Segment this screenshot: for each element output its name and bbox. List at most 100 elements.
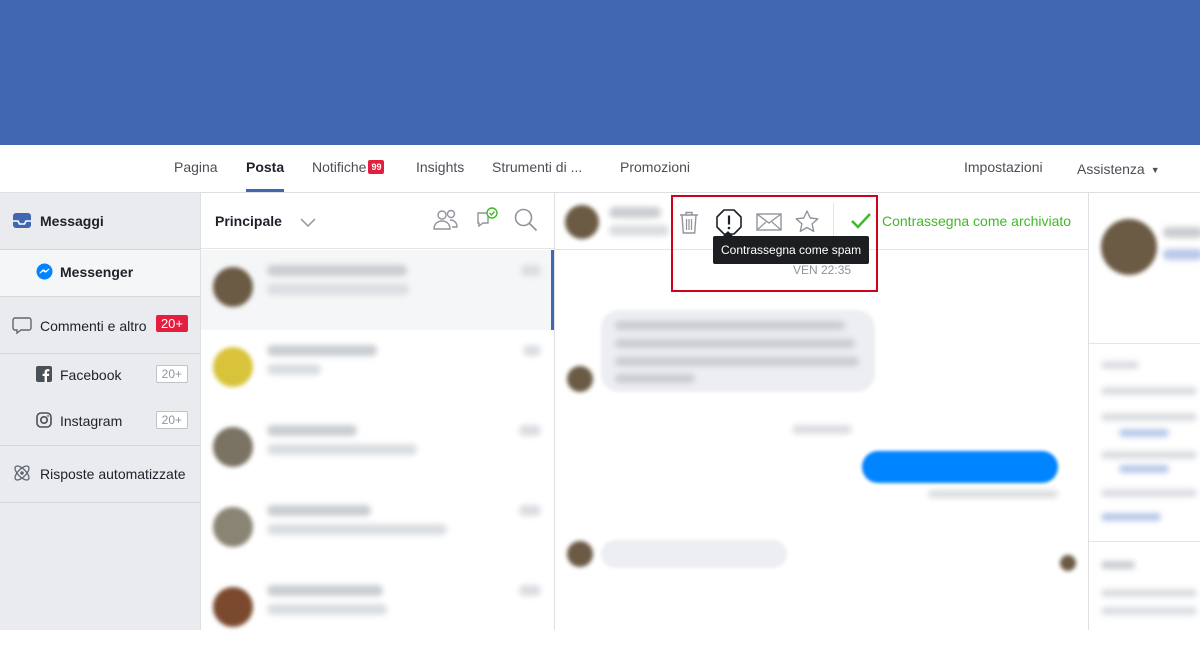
inbox-tray-icon [13,213,31,228]
avatar [1101,219,1157,275]
blurred-message-text [615,374,695,383]
sidebar-label-messenger: Messenger [60,264,134,280]
comment-bubble-icon [12,317,32,335]
blurred-time [519,425,541,436]
tab-promozioni[interactable]: Promozioni [620,145,690,192]
messenger-icon [36,263,53,280]
avatar [213,267,253,307]
avatar [567,366,593,392]
blurred-contact-name [267,425,357,436]
page-top-nav: Pagina Posta Notifiche 99 Insights Strume… [0,145,1200,193]
tab-strumenti[interactable]: Strumenti di ... [492,145,582,192]
sidebar-item-instagram[interactable]: Instagram 20+ [0,400,200,446]
panel-divider [1089,541,1200,542]
blurred-contact-name [267,585,383,596]
blurred-message-preview [267,284,409,295]
blurred-contact-name [267,505,371,516]
facebook-count-badge: 20+ [155,365,188,383]
instagram-count-badge: 20+ [155,411,188,429]
blurred-message-preview [267,604,387,615]
settings-link[interactable]: Impostazioni [964,145,1043,192]
conversation-item[interactable] [201,490,554,570]
blurred-profile-link [1163,249,1200,260]
chevron-down-icon[interactable] [299,215,317,229]
avatar [213,587,253,627]
search-icon[interactable] [513,207,539,233]
conversation-item[interactable] [201,570,554,650]
blurred-info-line [1101,413,1197,421]
blurred-contact-name [1163,227,1200,238]
blurred-outgoing-message [862,451,1058,483]
blurred-message-text [615,357,859,366]
blurred-time [521,265,541,276]
facebook-icon [36,366,52,382]
blurred-message-text [615,321,845,330]
caret-down-icon: ▼ [1150,165,1160,175]
blurred-message-preview [267,444,417,455]
blurred-message-text [615,339,855,348]
blurred-incoming-message [601,540,787,568]
sidebar-item-messaggi[interactable]: Messaggi [0,193,200,249]
blurred-info-line [1101,451,1197,459]
blurred-message-preview [267,364,321,375]
blurred-info-line [1101,387,1197,395]
conversation-item[interactable] [201,250,554,330]
tab-posta[interactable]: Posta [246,145,285,192]
comments-count-badge: 20+ [155,315,188,332]
automation-atom-icon [14,465,30,481]
notification-count-badge: 99 [368,160,385,174]
blurred-info-link [1119,465,1169,473]
inbox-filter-label[interactable]: Principale [215,213,282,229]
highlight-box [671,195,878,292]
tab-notifiche[interactable]: Notifiche 99 [312,145,385,192]
sidebar-label-instagram: Instagram [60,413,123,429]
sidebar-label-facebook: Facebook [60,367,122,383]
blurred-info-line [1101,489,1197,497]
blurred-contact-name [267,345,377,356]
conversation-item[interactable] [201,410,554,490]
sidebar-item-risposte-automatizzate[interactable]: Risposte automatizzate [0,446,200,502]
blurred-info-link [1101,513,1161,521]
conversation-list: Principale [201,193,555,630]
blurred-date-separator [792,425,852,434]
conversation-item[interactable] [201,330,554,410]
avatar [565,205,599,239]
blurred-section-title [1101,561,1135,569]
people-icon[interactable] [433,208,459,232]
blurred-seen-indicator [928,490,1058,498]
blurred-contact-name [609,207,661,218]
avatar [567,541,593,567]
blurred-time [519,505,541,516]
blurred-info-line [1101,607,1197,615]
blurred-time [519,585,541,596]
contact-info-panel [1088,193,1200,630]
sidebar-label-risposte: Risposte automatizzate [40,466,186,482]
avatar [213,347,253,387]
blurred-info-link [1119,429,1169,437]
instagram-icon [36,412,52,428]
read-receipt-avatar [1060,555,1076,571]
avatar [213,507,253,547]
panel-divider [1089,343,1200,344]
blurred-contact-status [609,225,669,236]
tab-insights[interactable]: Insights [416,145,464,192]
avatar [213,427,253,467]
sidebar-item-commenti[interactable]: Commenti e altro 20+ [0,297,200,353]
blurred-message-preview [267,524,447,535]
inbox-sidebar: Messaggi Messenger Commenti e altro 20+ … [0,193,201,630]
page-cover-banner [0,0,1200,145]
blurred-section-title [1101,361,1139,369]
chat-check-icon[interactable] [475,207,499,231]
help-dropdown[interactable]: Assistenza ▼ [1077,147,1160,194]
sidebar-label-messaggi: Messaggi [40,213,104,229]
sidebar-label-commenti: Commenti e altro [40,318,147,334]
sidebar-divider [0,502,200,503]
sidebar-item-messenger[interactable]: Messenger [0,250,200,296]
conversation-list-header: Principale [201,193,554,249]
mark-as-archived-button[interactable]: Contrassegna come archiviato [882,213,1071,229]
sidebar-item-facebook[interactable]: Facebook 20+ [0,354,200,400]
tab-pagina[interactable]: Pagina [174,145,218,192]
blurred-time [523,345,541,356]
blurred-info-line [1101,589,1197,597]
blurred-contact-name [267,265,407,276]
